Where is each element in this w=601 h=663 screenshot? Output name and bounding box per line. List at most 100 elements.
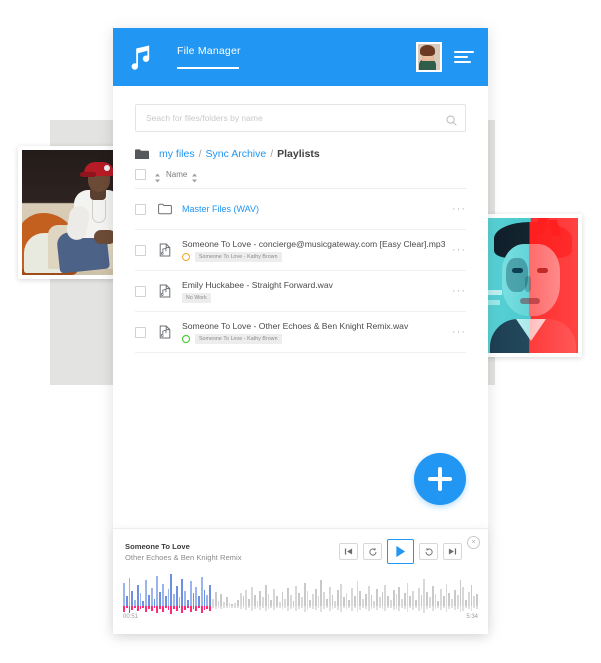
waveform-bar: [476, 594, 478, 606]
row-overflow-menu-icon[interactable]: ···: [442, 245, 466, 256]
photo-card-artist-right: [484, 214, 582, 357]
waveform-bar-mirror: [364, 606, 367, 609]
waveform-bar: [242, 596, 245, 606]
add-file-button[interactable]: [414, 453, 466, 505]
waveform-bar-mirror: [339, 606, 342, 612]
waveform-bar-mirror: [376, 606, 378, 611]
waveform-bar-mirror: [367, 606, 370, 612]
photo-card-artist-left: [18, 146, 126, 279]
waveform-bar: [359, 591, 362, 606]
waveform-bar: [417, 587, 420, 606]
waveform-bar-mirror: [214, 606, 217, 610]
waveform-bar-mirror: [239, 606, 242, 610]
waveform-bar-mirror: [253, 606, 256, 609]
title-underline: [177, 67, 239, 69]
row-overflow-menu-icon[interactable]: ···: [442, 327, 466, 338]
photo-image-artist-left: [22, 150, 122, 275]
table-row[interactable]: Emily Huckabee - Straight Forward.wav No…: [135, 271, 466, 312]
file-name[interactable]: Someone To Love - Other Echoes & Ben Kni…: [182, 321, 442, 331]
waveform-bar-mirror: [278, 606, 281, 608]
waveform-bar-mirror: [217, 606, 220, 608]
waveform-bar-mirror: [390, 606, 392, 608]
waveform[interactable]: 00:51 5:34: [123, 572, 478, 620]
folder-outline-icon: [158, 202, 172, 216]
waveform-bar: [392, 590, 395, 606]
waveform-bar-mirror: [342, 606, 345, 609]
waveform-bar: [200, 577, 203, 606]
waveform-bar-mirror: [415, 606, 417, 608]
waveform-bar-mirror: [273, 606, 275, 611]
waveform-bar-mirror: [381, 606, 384, 610]
waveform-bar: [442, 596, 445, 606]
waveform-bar-mirror: [373, 606, 376, 608]
player-track-info: Someone To Love Other Echoes & Ben Knigh…: [125, 542, 242, 562]
waveform-bar-mirror: [173, 606, 175, 609]
search-input[interactable]: [144, 112, 446, 124]
waveform-bar: [412, 591, 415, 606]
forward-button[interactable]: [419, 543, 438, 560]
row-checkbox[interactable]: [135, 203, 146, 215]
waveform-bar: [409, 596, 412, 606]
waveform-bar: [206, 595, 209, 606]
waveform-bar-mirror: [392, 606, 395, 610]
search-icon[interactable]: [446, 113, 457, 126]
row-overflow-menu-icon[interactable]: ···: [442, 204, 466, 215]
row-checkbox[interactable]: [135, 244, 146, 256]
waveform-bar-mirror: [153, 606, 156, 608]
close-icon[interactable]: ×: [467, 536, 480, 549]
sort-arrows-icon-select[interactable]: [154, 170, 161, 182]
waveform-bar-mirror: [384, 606, 387, 612]
waveform-bar-mirror: [417, 606, 420, 611]
select-all-checkbox[interactable]: [135, 169, 146, 180]
file-name[interactable]: Emily Huckabee - Straight Forward.wav: [182, 280, 442, 290]
row-overflow-menu-icon[interactable]: ···: [442, 286, 466, 297]
column-header-name[interactable]: Name: [166, 170, 187, 179]
waveform-bar: [306, 591, 309, 606]
avatar[interactable]: [416, 42, 442, 72]
waveform-bar: [387, 596, 389, 606]
waveform-bar-mirror: [320, 606, 323, 613]
waveform-bar: [345, 593, 348, 606]
waveform-bar: [212, 598, 214, 606]
waveform-bar: [250, 586, 253, 606]
waveform-bar-mirror: [428, 606, 431, 609]
table-row[interactable]: Someone To Love - Other Echoes & Ben Kni…: [135, 312, 466, 353]
table-row[interactable]: Someone To Love - concierge@musicgateway…: [135, 230, 466, 271]
file-name[interactable]: Someone To Love - concierge@musicgateway…: [182, 239, 445, 249]
waveform-bar: [326, 598, 328, 606]
previous-track-button[interactable]: [339, 543, 358, 560]
waveform-bar: [467, 592, 470, 606]
waveform-bar: [303, 582, 306, 606]
waveform-bar-mirror: [465, 606, 467, 608]
waveform-bar: [281, 592, 284, 606]
table-row[interactable]: Master Files (WAV) ···: [135, 189, 466, 230]
file-name[interactable]: Master Files (WAV): [182, 204, 442, 214]
waveform-bar: [192, 593, 195, 606]
row-checkbox[interactable]: [135, 285, 146, 297]
plus-icon: [428, 467, 452, 491]
rewind-button[interactable]: [363, 543, 382, 560]
waveform-bar: [312, 594, 314, 606]
hamburger-menu-icon[interactable]: [454, 51, 474, 63]
waveform-bar: [323, 592, 326, 606]
waveform-bar: [164, 596, 167, 606]
row-checkbox[interactable]: [135, 326, 146, 338]
waveform-bar-mirror: [362, 606, 364, 608]
sort-arrows-icon-name[interactable]: [191, 170, 198, 182]
waveform-bar-mirror: [306, 606, 309, 610]
breadcrumb-item-my-files[interactable]: my files: [159, 148, 195, 160]
waveform-bar-mirror: [467, 606, 470, 610]
waveform-bar-mirror: [437, 606, 440, 608]
file-list-header: Name: [135, 169, 466, 189]
waveform-bar: [181, 579, 184, 606]
play-button[interactable]: [387, 539, 414, 564]
waveform-bar: [123, 582, 125, 606]
waveform-bar-mirror: [186, 606, 189, 608]
search-bar[interactable]: [135, 104, 466, 132]
waveform-bar: [440, 588, 442, 606]
waveform-bar-mirror: [440, 606, 442, 611]
waveform-bar: [470, 584, 473, 606]
waveform-bar: [384, 584, 387, 606]
breadcrumb-item-sync-archive[interactable]: Sync Archive: [206, 148, 267, 160]
next-track-button[interactable]: [443, 543, 462, 560]
